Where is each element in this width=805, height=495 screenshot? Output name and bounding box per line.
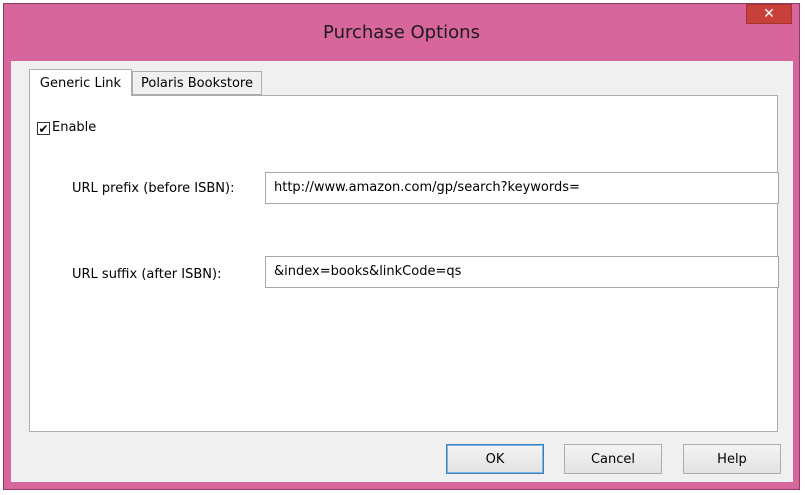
- url-suffix-input[interactable]: &index=books&linkCode=qs: [265, 256, 779, 288]
- tab-generic-link[interactable]: Generic Link: [29, 69, 132, 96]
- checkmark-icon: ✔: [38, 121, 49, 136]
- dialog-title: Purchase Options: [323, 22, 480, 43]
- ok-button[interactable]: OK: [446, 444, 544, 474]
- dialog-client-area: Generic Link Polaris Bookstore ✔ Enable …: [11, 61, 793, 482]
- cancel-button[interactable]: Cancel: [564, 444, 662, 474]
- url-suffix-label: URL suffix (after ISBN):: [72, 267, 222, 282]
- enable-checkbox[interactable]: ✔: [37, 122, 50, 135]
- tab-label: Polaris Bookstore: [140, 75, 253, 91]
- close-icon: ✕: [763, 6, 775, 22]
- help-button[interactable]: Help: [683, 444, 781, 474]
- url-prefix-input[interactable]: http://www.amazon.com/gp/search?keywords…: [265, 172, 779, 204]
- enable-label[interactable]: Enable: [52, 120, 96, 135]
- close-button[interactable]: ✕: [746, 4, 792, 24]
- purchase-options-dialog: Purchase Options ✕ Generic Link Polaris …: [3, 3, 800, 490]
- tab-polaris-bookstore[interactable]: Polaris Bookstore: [132, 71, 262, 95]
- url-prefix-label: URL prefix (before ISBN):: [72, 181, 235, 196]
- tab-label: Generic Link: [39, 75, 122, 91]
- title-bar[interactable]: Purchase Options ✕: [4, 4, 799, 60]
